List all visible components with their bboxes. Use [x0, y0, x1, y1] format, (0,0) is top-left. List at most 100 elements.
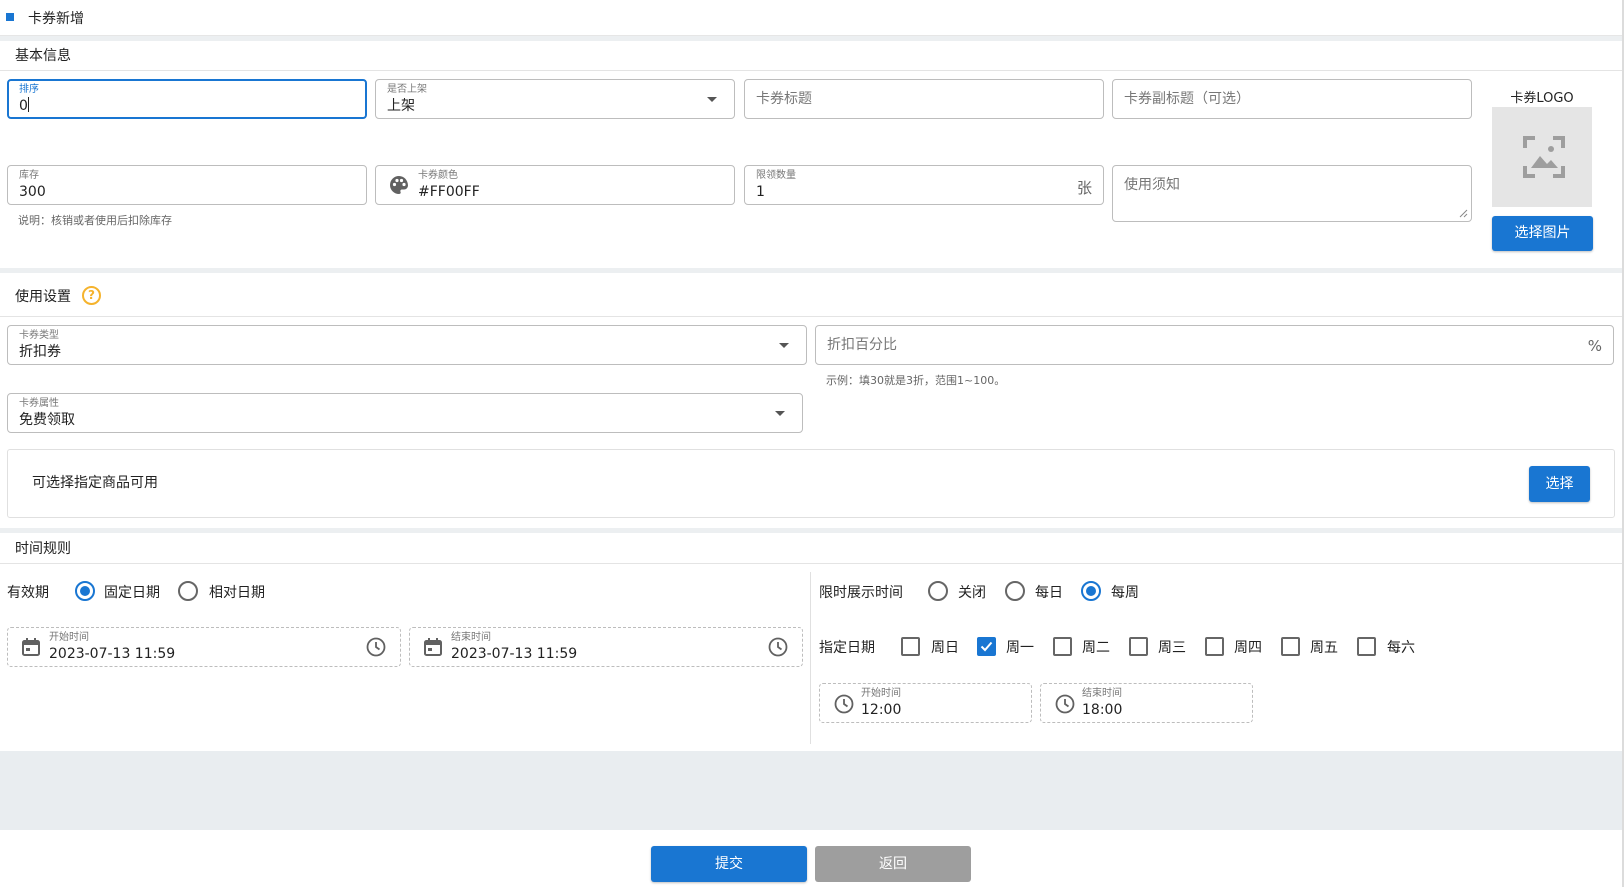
- title-input[interactable]: 卡券标题: [744, 79, 1104, 119]
- validity-label: 有效期: [7, 585, 49, 601]
- dropdown-arrow-icon: [779, 343, 789, 348]
- day-checkbox-tue[interactable]: [1053, 637, 1072, 656]
- type-select[interactable]: 卡券类型 折扣券: [7, 325, 807, 365]
- limit-label: 限领数量: [756, 170, 796, 181]
- limit-field[interactable]: 限领数量 1 张: [744, 165, 1104, 205]
- choose-image-button[interactable]: 选择图片: [1492, 216, 1593, 251]
- back-button[interactable]: 返回: [815, 846, 971, 882]
- clock-icon[interactable]: [768, 637, 788, 657]
- day-label-thu[interactable]: 周四: [1234, 637, 1262, 657]
- stock-value: 300: [19, 184, 46, 200]
- end-datetime-label: 结束时间: [451, 632, 491, 643]
- display-radio-weekly[interactable]: [1081, 581, 1101, 601]
- footer-background: [0, 751, 1624, 830]
- daily-start-value: 12:00: [861, 702, 902, 718]
- stock-field[interactable]: 库存 300: [7, 165, 367, 205]
- day-label-tue[interactable]: 周二: [1082, 637, 1110, 657]
- shelf-select[interactable]: 是否上架 上架: [375, 79, 735, 119]
- type-value: 折扣券: [19, 344, 61, 360]
- attr-value: 免费领取: [19, 412, 75, 428]
- day-checkbox-thu[interactable]: [1205, 637, 1224, 656]
- section-title-basic: 基本信息: [15, 48, 71, 64]
- display-option-off[interactable]: 关闭: [958, 582, 986, 602]
- day-label-sat[interactable]: 每六: [1387, 637, 1415, 657]
- day-label-wed[interactable]: 周三: [1158, 637, 1186, 657]
- resize-handle-icon[interactable]: [1459, 209, 1468, 218]
- divider: [0, 316, 1622, 317]
- end-datetime-field[interactable]: 结束时间 2023-07-13 11:59: [409, 627, 803, 667]
- divider: [0, 563, 1622, 564]
- day-label-fri[interactable]: 周五: [1310, 637, 1338, 657]
- daily-start-label: 开始时间: [861, 688, 901, 699]
- sort-label: 排序: [19, 84, 39, 95]
- display-radio-daily[interactable]: [1005, 581, 1025, 601]
- square-marker-icon: [6, 13, 14, 21]
- type-label: 卡券类型: [19, 330, 59, 341]
- checkmark-icon: [980, 641, 993, 652]
- logo-preview[interactable]: [1492, 107, 1592, 207]
- display-option-daily[interactable]: 每日: [1035, 582, 1063, 602]
- day-label-sun[interactable]: 周日: [931, 637, 959, 657]
- discount-helper: 示例：填30就是3折，范围1~100。: [826, 374, 1006, 387]
- validity-radio-fixed[interactable]: [75, 581, 95, 601]
- calendar-icon[interactable]: [423, 637, 443, 657]
- clock-icon[interactable]: [366, 637, 386, 657]
- clock-icon[interactable]: [834, 694, 854, 714]
- subtitle-placeholder: 卡券副标题（可选）: [1124, 91, 1250, 107]
- text-cursor: [27, 97, 29, 112]
- daily-start-time-field[interactable]: 开始时间 12:00: [819, 683, 1032, 723]
- goods-panel: 可选择指定商品可用 选择: [7, 449, 1615, 518]
- calendar-icon[interactable]: [21, 637, 41, 657]
- notice-textarea[interactable]: 使用须知: [1112, 165, 1472, 222]
- day-checkbox-fri[interactable]: [1281, 637, 1300, 656]
- start-datetime-value: 2023-07-13 11:59: [49, 646, 176, 662]
- discount-input[interactable]: 折扣百分比 %: [815, 325, 1614, 365]
- goods-text: 可选择指定商品可用: [32, 475, 158, 491]
- days-label: 指定日期: [819, 640, 875, 656]
- attr-select[interactable]: 卡券属性 免费领取: [7, 393, 803, 433]
- color-label: 卡券颜色: [418, 170, 458, 181]
- goods-select-button[interactable]: 选择: [1529, 466, 1590, 502]
- logo-label: 卡券LOGO: [1510, 91, 1574, 106]
- clock-icon[interactable]: [1055, 694, 1075, 714]
- validity-option-relative[interactable]: 相对日期: [209, 582, 265, 602]
- discount-placeholder: 折扣百分比: [827, 337, 897, 353]
- notice-placeholder: 使用须知: [1124, 177, 1180, 193]
- section-separator: [0, 528, 1624, 533]
- attr-label: 卡券属性: [19, 398, 59, 409]
- day-checkbox-mon[interactable]: [977, 637, 996, 656]
- start-datetime-label: 开始时间: [49, 632, 89, 643]
- display-time-label: 限时展示时间: [819, 585, 903, 601]
- sort-field[interactable]: 排序 0: [7, 79, 367, 119]
- stock-helper: 说明：核销或者使用后扣除库存: [18, 214, 172, 227]
- section-title-time: 时间规则: [15, 541, 71, 557]
- dropdown-arrow-icon: [707, 97, 717, 102]
- day-checkbox-wed[interactable]: [1129, 637, 1148, 656]
- palette-icon[interactable]: [389, 175, 409, 195]
- daily-end-time-field[interactable]: 结束时间 18:00: [1040, 683, 1253, 723]
- page-header: 卡券新增: [0, 0, 1624, 36]
- shelf-label: 是否上架: [387, 84, 427, 95]
- section-title-usage: 使用设置: [15, 289, 71, 305]
- shelf-value: 上架: [387, 98, 415, 114]
- validity-radio-relative[interactable]: [178, 581, 198, 601]
- section-separator: [0, 36, 1624, 41]
- display-radio-off[interactable]: [928, 581, 948, 601]
- validity-option-fixed[interactable]: 固定日期: [104, 582, 160, 602]
- sort-input[interactable]: 0: [19, 97, 29, 115]
- start-datetime-field[interactable]: 开始时间 2023-07-13 11:59: [7, 627, 401, 667]
- display-option-weekly[interactable]: 每周: [1111, 582, 1139, 602]
- color-field[interactable]: 卡券颜色 #FF00FF: [375, 165, 735, 205]
- daily-end-label: 结束时间: [1082, 688, 1122, 699]
- title-placeholder: 卡券标题: [756, 91, 812, 107]
- divider: [0, 70, 1622, 71]
- color-value: #FF00FF: [418, 184, 480, 200]
- limit-value: 1: [756, 184, 765, 200]
- day-checkbox-sat[interactable]: [1357, 637, 1376, 656]
- question-circle-icon[interactable]: ?: [82, 286, 101, 305]
- column-divider: [810, 572, 811, 744]
- submit-button[interactable]: 提交: [651, 846, 807, 882]
- day-checkbox-sun[interactable]: [901, 637, 920, 656]
- day-label-mon[interactable]: 周一: [1006, 637, 1034, 657]
- subtitle-input[interactable]: 卡券副标题（可选）: [1112, 79, 1472, 119]
